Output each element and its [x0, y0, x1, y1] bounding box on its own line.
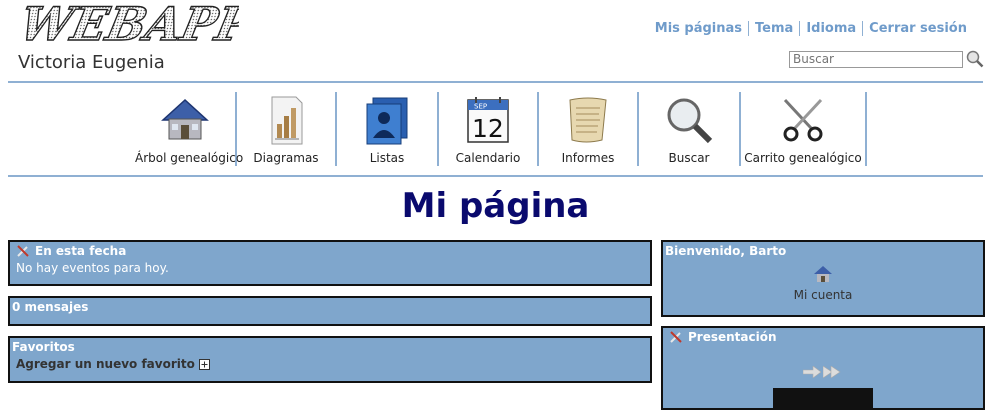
logout-link[interactable]: Cerrar sesión [869, 21, 967, 36]
add-favorite-link[interactable]: Agregar un nuevo favorito [16, 357, 195, 371]
site-title: Victoria Eugenia [18, 52, 165, 73]
page-title: Mi página [401, 186, 590, 226]
my-pages-link[interactable]: Mis páginas [655, 21, 742, 36]
menu-label: Carrito genealógico [744, 151, 862, 165]
calendar-icon: SEP 12 [467, 97, 509, 143]
block-title: En esta fecha [35, 244, 127, 258]
logo-text: WEBAPPS [15, 0, 239, 48]
slideshow-image [773, 388, 873, 408]
menu-item-calendar[interactable]: SEP 12 Calendario [439, 92, 539, 166]
magnifier-icon [667, 98, 713, 144]
menu-item-reports[interactable]: Informes [539, 92, 639, 166]
messages-block: 0 mensajes [8, 296, 652, 326]
block-title: Bienvenido, Barto [665, 244, 787, 258]
block-title: Presentación [688, 330, 777, 344]
menu-item-charts[interactable]: Diagramas [237, 92, 337, 166]
people-list-icon [366, 97, 408, 145]
menu-item-cart[interactable]: Carrito genealógico [741, 92, 867, 166]
menu-label: Calendario [455, 151, 521, 165]
menu-label: Buscar [668, 151, 710, 165]
webapps-logo[interactable]: WEBAPPS [14, 0, 239, 48]
search-icon[interactable] [966, 50, 984, 68]
link-separator [799, 21, 801, 36]
search-bar [789, 50, 984, 68]
today-block: En esta fecha No hay eventos para hoy. [8, 240, 652, 286]
welcome-block: Bienvenido, Barto Mi cuenta [661, 240, 985, 317]
menu-label: Listas [369, 151, 405, 165]
menu-item-tree[interactable]: Árbol genealógico [135, 92, 244, 166]
block-title: Favoritos [12, 340, 75, 354]
menu-divider [8, 175, 983, 177]
chart-document-icon [271, 96, 303, 145]
my-account-link[interactable]: Mi cuenta [663, 288, 983, 302]
search-input[interactable] [789, 50, 963, 68]
header-divider [8, 81, 983, 83]
menu-item-lists[interactable]: Listas [337, 92, 439, 166]
scissors-icon [783, 98, 823, 142]
house-icon [161, 98, 209, 140]
fast-forward-icon[interactable] [823, 366, 841, 378]
plus-icon[interactable] [198, 358, 210, 370]
calendar-month: SEP [474, 103, 487, 111]
theme-link[interactable]: Tema [755, 21, 793, 36]
menu-label: Árbol genealógico [135, 151, 244, 165]
next-arrow-icon[interactable] [803, 366, 821, 378]
calendar-day: 12 [472, 114, 504, 143]
language-link[interactable]: Idioma [806, 21, 856, 36]
menu-label: Diagramas [253, 151, 319, 165]
presentation-block: Presentación [661, 326, 985, 410]
menu-label: Informes [561, 151, 615, 165]
link-separator [862, 21, 864, 36]
tools-icon[interactable] [669, 330, 684, 344]
menu-item-search[interactable]: Buscar [639, 92, 741, 166]
top-links: Mis páginas Tema Idioma Cerrar sesión [655, 21, 967, 36]
main-menu: Árbol genealógico Diagramas Listas SEP 1… [135, 92, 867, 166]
scroll-icon [569, 97, 607, 143]
today-events-text: No hay eventos para hoy. [16, 261, 169, 275]
link-separator [748, 21, 750, 36]
house-icon[interactable] [813, 264, 833, 284]
tools-icon[interactable] [16, 244, 31, 258]
favorites-block: Favoritos Agregar un nuevo favorito [8, 336, 652, 383]
block-title: 0 mensajes [12, 300, 89, 314]
